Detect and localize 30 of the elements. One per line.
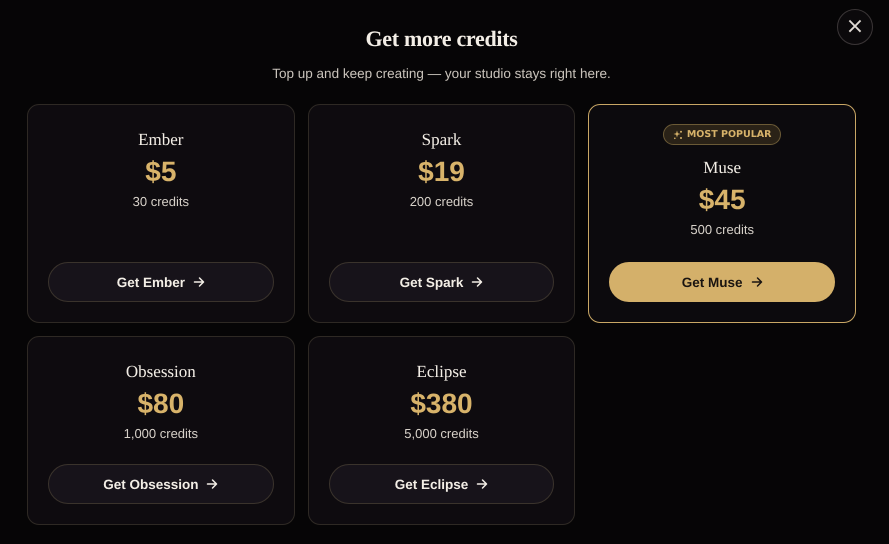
arrow-right-icon <box>471 276 484 288</box>
buy-button[interactable]: Get Spark <box>328 262 554 302</box>
arrow-right-icon <box>750 276 763 288</box>
credit-amount: 200 credits <box>410 194 474 209</box>
buy-button[interactable]: Get Muse <box>609 262 835 302</box>
credit-amount: 500 credits <box>690 222 754 237</box>
buy-button[interactable]: Get Ember <box>48 262 274 302</box>
plan-name: Eclipse <box>416 362 467 382</box>
sparkle-icon <box>672 130 683 140</box>
popular-badge: MOST POPULAR <box>662 124 782 145</box>
buy-button[interactable]: Get Eclipse <box>328 464 554 504</box>
plan-name: Spark <box>422 130 462 150</box>
credit-amount: 5,000 credits <box>404 426 479 441</box>
buy-button[interactable]: Get Obsession <box>48 464 274 504</box>
plan-price: $80 <box>137 388 184 420</box>
plan-name: Ember <box>138 130 184 150</box>
plan-price: $5 <box>145 156 176 188</box>
plan-price: $19 <box>418 156 465 188</box>
plan-name: Obsession <box>126 362 196 382</box>
dialog-subtitle: Top up and keep creating — your studio stays right here. <box>271 66 612 81</box>
credit-amount: 30 credits <box>132 194 190 209</box>
close-button[interactable]: × <box>837 9 873 45</box>
arrow-right-icon <box>192 276 205 288</box>
plan-name: Muse <box>703 158 742 178</box>
arrow-right-icon <box>476 478 488 490</box>
credit-amount: 1,000 credits <box>124 426 198 441</box>
plan-price: $380 <box>410 388 473 420</box>
plan-price: $45 <box>698 184 746 216</box>
dialog-title: Get more credits <box>364 26 518 52</box>
arrow-right-icon <box>206 478 218 490</box>
